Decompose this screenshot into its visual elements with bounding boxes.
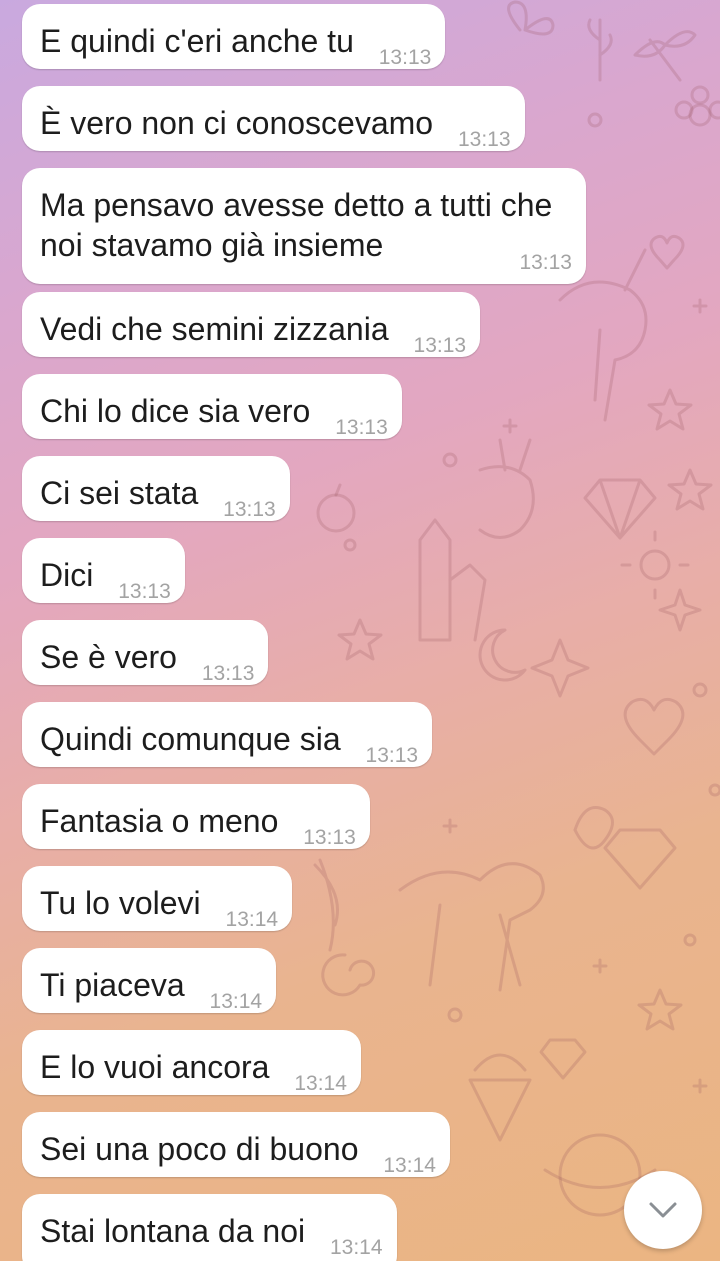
message-bubble[interactable]: Vedi che semini zizzania 13:13 (22, 292, 481, 357)
message-text: E quindi c'eri anche tu (40, 23, 354, 59)
message-time: 13:13 (365, 744, 419, 767)
message-text: Fantasia o meno (40, 803, 279, 839)
message-bubble[interactable]: Chi lo dice sia vero 13:13 (22, 374, 402, 439)
message-time: 13:13 (519, 251, 572, 274)
message-time: 13:13 (413, 334, 467, 357)
message-text: Vedi che semini zizzania (40, 311, 389, 347)
message-bubble[interactable]: Tu lo volevi 13:14 (22, 866, 293, 931)
scroll-to-bottom-button[interactable] (624, 1171, 702, 1249)
message-time: 13:14 (294, 1072, 347, 1095)
message-text: Dici (40, 557, 94, 593)
message-text: È vero non ci conoscevamo (40, 105, 434, 141)
message-time: 13:14 (329, 1236, 383, 1259)
message-text: Sei una poco di buono (40, 1131, 359, 1167)
message-time: 13:14 (383, 1154, 436, 1177)
message-text: Ti piaceva (40, 967, 185, 1003)
message-time: 13:13 (201, 662, 255, 685)
message-text: Ci sei stata (40, 475, 199, 511)
message-text: Chi lo dice sia vero (40, 393, 311, 429)
message-bubble[interactable]: Sei una poco di buono 13:14 (22, 1112, 450, 1177)
message-time: 13:13 (303, 826, 356, 849)
message-bubble[interactable]: Se è vero 13:13 (22, 620, 269, 685)
message-text: Stai lontana da noi (40, 1213, 306, 1249)
message-bubble[interactable]: E lo vuoi ancora 13:14 (22, 1030, 361, 1095)
message-text: E lo vuoi ancora (40, 1049, 270, 1085)
message-list[interactable]: E quindi c'eri anche tu 13:13 È vero non… (0, 0, 720, 1261)
message-text: Se è vero (40, 639, 177, 675)
message-bubble[interactable]: È vero non ci conoscevamo 13:13 (22, 86, 525, 151)
message-time: 13:13 (223, 498, 276, 521)
chevron-down-icon (645, 1192, 681, 1228)
message-bubble[interactable]: Fantasia o meno 13:13 (22, 784, 370, 849)
message-bubble[interactable]: Ti piaceva 13:14 (22, 948, 277, 1013)
message-bubble[interactable]: Quindi comunque sia 13:13 (22, 702, 433, 767)
message-time: 13:13 (335, 416, 388, 439)
message-bubble[interactable]: Stai lontana da noi 13:14 (22, 1194, 397, 1261)
message-time: 13:14 (225, 908, 279, 931)
message-bubble[interactable]: E quindi c'eri anche tu 13:13 (22, 4, 446, 69)
message-text: Quindi comunque sia (40, 721, 341, 757)
message-bubble[interactable]: Ma pensavo avesse detto a tutti che noi … (22, 168, 586, 284)
message-time: 13:13 (118, 580, 171, 603)
message-bubble[interactable]: Ci sei stata 13:13 (22, 456, 290, 521)
message-time: 13:13 (457, 128, 511, 151)
message-time: 13:13 (378, 46, 432, 69)
message-text: Ma pensavo avesse detto a tutti che noi … (40, 187, 553, 263)
message-time: 13:14 (209, 990, 263, 1013)
message-text: Tu lo volevi (40, 885, 201, 921)
message-bubble[interactable]: Dici 13:13 (22, 538, 185, 603)
